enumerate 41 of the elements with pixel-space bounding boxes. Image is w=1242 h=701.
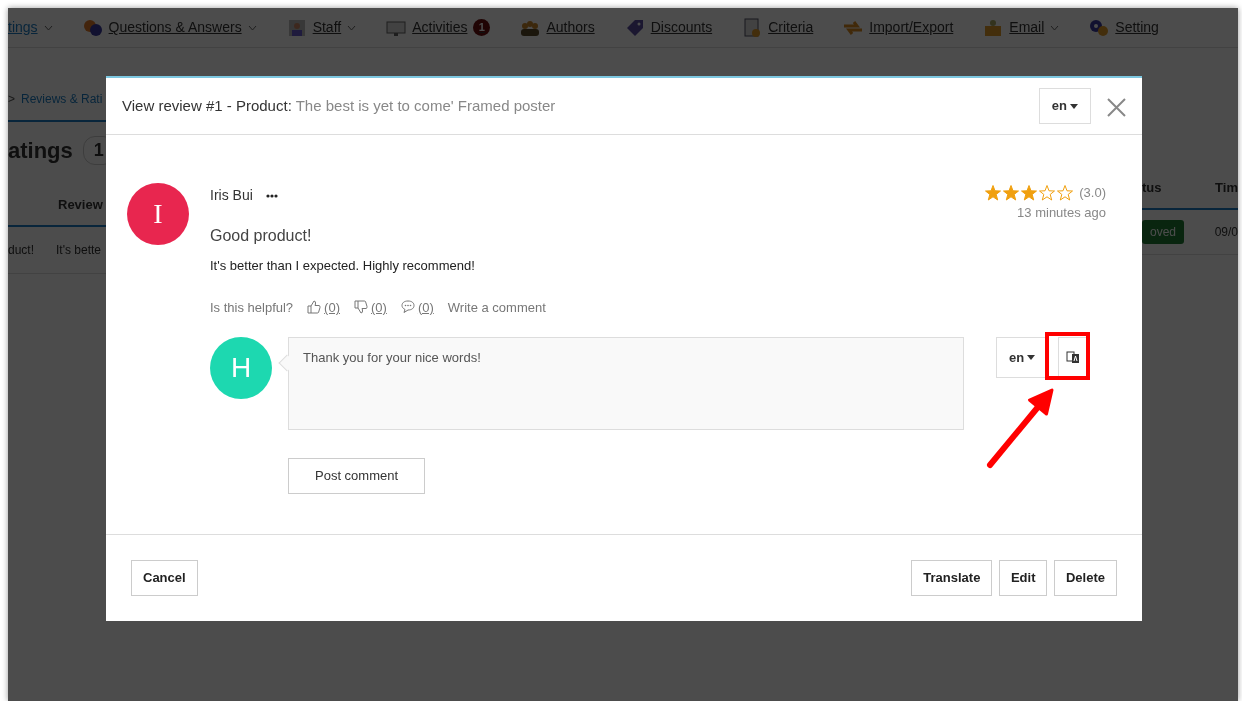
page-title: atings bbox=[8, 137, 73, 165]
cancel-button[interactable]: Cancel bbox=[131, 560, 198, 596]
timestamp: 13 minutes ago bbox=[1016, 203, 1106, 222]
star-icon bbox=[1003, 184, 1020, 201]
comment-field[interactable]: Thank you for your nice words! bbox=[288, 337, 964, 430]
author-name: Iris Bui bbox=[210, 186, 253, 205]
action-button[interactable]: Delete bbox=[1053, 560, 1117, 596]
reaction-count[interactable]: (0) bbox=[324, 297, 340, 317]
reaction-count[interactable]: (0) bbox=[371, 297, 387, 317]
modal-title: View review #1 - Product: The best is yet to come' Framed poster bbox=[122, 95, 557, 116]
thumbs-down-icon bbox=[354, 300, 368, 315]
breadcrumb-separator: > bbox=[8, 91, 15, 108]
table-cell-text: duct! bbox=[8, 241, 34, 259]
star-icon bbox=[1021, 184, 1038, 201]
star-icon bbox=[985, 184, 1002, 201]
column-header: tus bbox=[1142, 179, 1162, 197]
thumbs-up-icon bbox=[307, 300, 322, 315]
table-cell-text: It's bette bbox=[56, 241, 101, 259]
post-comment-button[interactable]: Post comment bbox=[288, 457, 426, 494]
column-header: Tim bbox=[1215, 179, 1238, 197]
table-cell-text: 09/0 bbox=[1214, 223, 1238, 241]
helpful-label: Is this helpful? bbox=[210, 298, 294, 317]
caret-icon bbox=[1027, 355, 1036, 360]
avatar: H bbox=[210, 337, 272, 399]
translate-button[interactable] bbox=[1058, 337, 1089, 377]
review-text: It's better than I expected. Highly recommend! bbox=[210, 257, 476, 275]
star-outline-icon bbox=[1039, 184, 1056, 201]
translate-icon bbox=[1066, 350, 1081, 364]
rating-value: (3.0) bbox=[1079, 184, 1106, 202]
review-title: Good product! bbox=[210, 226, 313, 246]
speech-bubble-icon bbox=[400, 300, 415, 315]
avatar: I bbox=[127, 183, 189, 245]
more-icon bbox=[265, 193, 278, 198]
action-button[interactable]: Translate bbox=[911, 560, 993, 596]
reaction-count[interactable]: (0) bbox=[417, 297, 434, 317]
caret-icon bbox=[1070, 103, 1078, 109]
star-outline-icon bbox=[1057, 184, 1074, 201]
close-button[interactable] bbox=[1107, 96, 1126, 116]
action-button[interactable]: Edit bbox=[998, 560, 1048, 596]
language-dropdown[interactable]: en bbox=[1038, 88, 1091, 124]
write-comment-link[interactable]: Write a comment bbox=[447, 297, 546, 317]
